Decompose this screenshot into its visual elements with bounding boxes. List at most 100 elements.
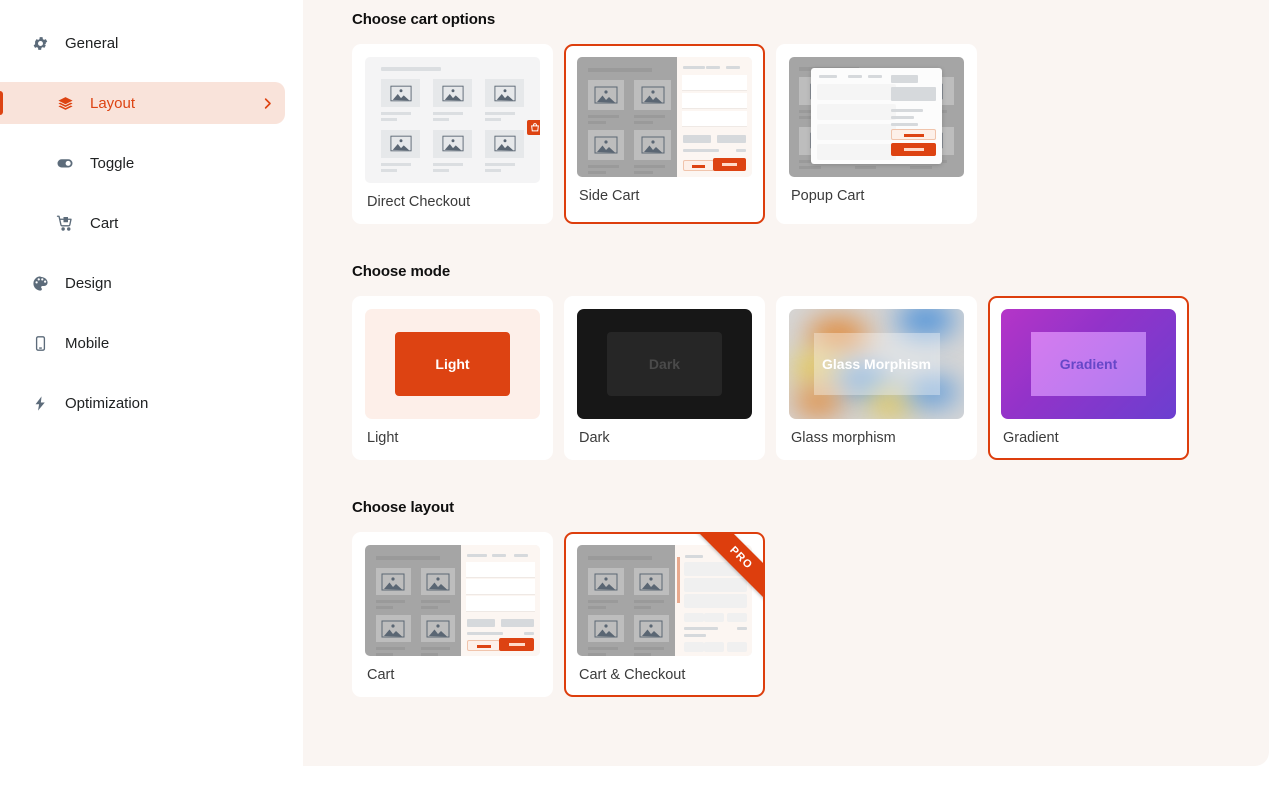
card-label: Dark <box>579 430 610 446</box>
card-direct-checkout[interactable]: Direct Checkout <box>352 44 553 224</box>
sidebar-item-label: Mobile <box>65 334 110 352</box>
palette-icon <box>30 273 50 293</box>
wireframe-side-cart-panel <box>676 57 752 177</box>
sidebar-item-optimization[interactable]: Optimization <box>0 382 285 424</box>
card-side-cart[interactable]: Side Cart <box>564 44 765 224</box>
settings-content: Choose cart options Direct Checkout Side… <box>303 0 1269 766</box>
cart-badge-icon <box>527 120 540 135</box>
section-title-cart-options: Choose cart options <box>352 11 496 28</box>
thumbnail-layout-cart-and-checkout <box>577 545 752 656</box>
image-placeholder-icon <box>420 568 456 595</box>
layers-icon <box>55 93 75 113</box>
chevron-right-icon[interactable] <box>260 96 275 111</box>
wireframe-product <box>381 79 420 123</box>
image-placeholder-icon <box>588 80 625 110</box>
wireframe-product <box>588 130 625 174</box>
wireframe-primary-button <box>891 143 936 156</box>
mode-card-row: Light Light Dark Dark Glass Morphism Gla… <box>352 296 1269 460</box>
wireframe-store-area <box>577 57 677 177</box>
image-placeholder-icon <box>634 130 671 160</box>
thumbnail-mode-light: Light <box>365 309 540 419</box>
sidebar-item-label: General <box>65 34 119 52</box>
wireframe-product <box>376 568 411 609</box>
wireframe-primary-button <box>499 638 534 651</box>
card-popup-cart[interactable]: Popup Cart <box>776 44 977 224</box>
card-mode-light[interactable]: Light Light <box>352 296 553 460</box>
card-label: Side Cart <box>579 188 640 204</box>
image-placeholder-icon <box>588 615 624 642</box>
card-mode-gradient[interactable]: Gradient Gradient <box>988 296 1189 460</box>
preview-label: Light <box>394 332 511 396</box>
thumbnail-direct-checkout <box>365 57 540 183</box>
image-placeholder-icon <box>381 79 420 107</box>
wireframe-secondary-button <box>467 640 501 651</box>
sidebar-item-general[interactable]: General <box>0 22 285 64</box>
image-placeholder-icon <box>433 129 472 158</box>
preview-label: Glass Morphism <box>813 333 940 395</box>
wireframe-product <box>485 79 524 123</box>
card-label: Light <box>367 430 399 446</box>
card-label: Popup Cart <box>791 188 865 204</box>
lightning-bolt-icon <box>30 393 50 413</box>
image-placeholder-icon <box>633 615 669 642</box>
sidebar-nav: General Layout Toggle Cart Design Mobile… <box>0 0 303 766</box>
wireframe-heading-bar <box>381 67 441 71</box>
wireframe-product <box>588 568 624 609</box>
wireframe-product <box>588 80 625 124</box>
thumbnail-layout-cart <box>365 545 540 656</box>
section-layout: Choose layout Cart PRO Cart & Checkout <box>352 499 1269 697</box>
wireframe-cart-panel <box>461 545 540 656</box>
cart-options-card-row: Direct Checkout Side Cart Popup Cart <box>352 44 1269 224</box>
sidebar-item-cart[interactable]: Cart <box>0 202 285 244</box>
sidebar-item-label: Cart <box>90 214 119 232</box>
settings-page: General Layout Toggle Cart Design Mobile… <box>0 0 1269 801</box>
card-mode-dark[interactable]: Dark Dark <box>564 296 765 460</box>
shopping-cart-icon <box>55 213 75 233</box>
sidebar-item-mobile[interactable]: Mobile <box>0 322 285 364</box>
image-placeholder-icon <box>433 79 472 107</box>
wireframe-product <box>420 615 456 656</box>
thumbnail-popup-cart <box>789 57 964 177</box>
toggle-icon <box>55 153 75 173</box>
card-layout-cart-and-checkout[interactable]: PRO Cart & Checkout <box>564 532 765 697</box>
wireframe-product <box>634 130 671 174</box>
preview-label: Gradient <box>1030 332 1147 396</box>
image-placeholder-icon <box>376 615 411 642</box>
section-cart-options: Choose cart options Direct Checkout Side… <box>352 0 1269 224</box>
wireframe-store-area <box>577 545 675 656</box>
sidebar-item-label: Optimization <box>65 394 149 412</box>
card-label: Glass morphism <box>791 430 896 446</box>
card-label: Gradient <box>1003 430 1059 446</box>
layout-card-row: Cart PRO Cart & Checkout <box>352 532 1269 697</box>
thumbnail-mode-glass-morphism: Glass Morphism <box>789 309 964 419</box>
wireframe-product-grid <box>381 79 524 173</box>
card-layout-cart[interactable]: Cart <box>352 532 553 697</box>
wireframe-store-area <box>365 545 462 656</box>
section-title-mode: Choose mode <box>352 263 451 280</box>
sidebar-item-layout[interactable]: Layout <box>0 82 285 124</box>
image-placeholder-icon <box>588 130 625 160</box>
wireframe-checkout-panel <box>675 545 752 656</box>
image-placeholder-icon <box>420 615 456 642</box>
wireframe-summary-panel <box>891 75 936 158</box>
section-mode: Choose mode Light Light Dark Dark Glass … <box>352 263 1269 460</box>
image-placeholder-icon <box>376 568 411 595</box>
image-placeholder-icon <box>485 79 524 107</box>
thumbnail-mode-gradient: Gradient <box>1001 309 1176 419</box>
card-label: Direct Checkout <box>367 194 471 210</box>
card-mode-glass-morphism[interactable]: Glass Morphism Glass morphism <box>776 296 977 460</box>
sidebar-item-label: Toggle <box>90 154 135 172</box>
sidebar-item-toggle[interactable]: Toggle <box>0 142 285 184</box>
sidebar-item-design[interactable]: Design <box>0 262 285 304</box>
card-label: Cart <box>367 667 395 683</box>
wireframe-popup-modal <box>811 68 942 164</box>
wireframe-cart-lines <box>817 75 896 160</box>
wireframe-product <box>633 615 669 656</box>
image-placeholder-icon <box>381 129 420 158</box>
wireframe-product <box>376 615 411 656</box>
wireframe-step-indicator <box>677 557 680 603</box>
